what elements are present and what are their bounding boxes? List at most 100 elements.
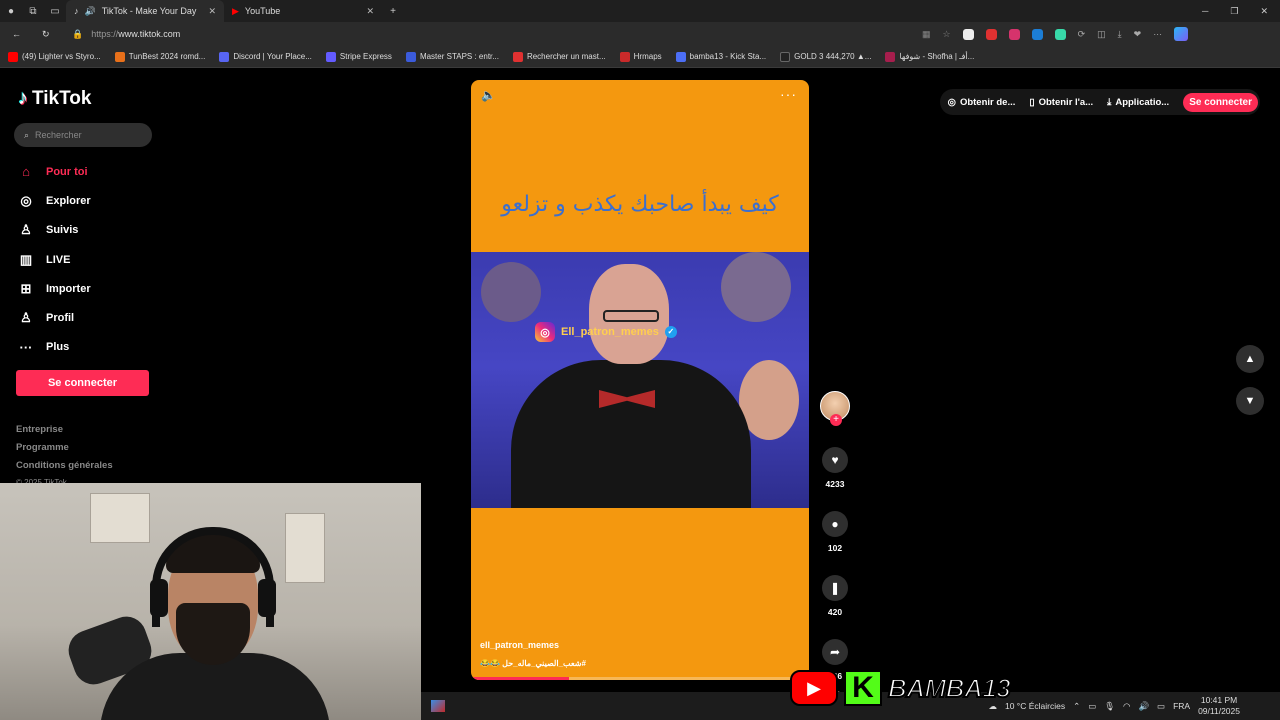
get-app-button[interactable]: ▯ Obtenir l'a...	[1029, 97, 1093, 108]
bookmark-item[interactable]: شوفها - Shofha | أفـ...	[885, 51, 974, 62]
download-icon[interactable]: ⤓	[1118, 29, 1122, 40]
sidebar-nav: ⌂ Pour toi ◎ Explorer ♙ Suivis ▥ LIVE ⊞ …	[18, 157, 158, 362]
phone-icon: ▯	[1029, 96, 1035, 108]
bookmark-item[interactable]: Master STAPS : entr...	[405, 51, 499, 62]
follow-plus-icon[interactable]: +	[830, 414, 842, 426]
top-login-button[interactable]: Se connecter	[1183, 92, 1258, 112]
reload-icon[interactable]: ↻	[42, 29, 50, 40]
compass-icon: ◎	[20, 192, 32, 208]
tab-actions-icon[interactable]: ▭	[44, 0, 66, 22]
sidebar-item-profil[interactable]: ♙ Profil	[18, 303, 158, 332]
sidebar-item-pour-toi[interactable]: ⌂ Pour toi	[18, 157, 158, 186]
wifi-icon[interactable]: ◠	[1123, 701, 1130, 712]
tab-youtube[interactable]: ▶ YouTube ✕	[224, 0, 382, 22]
volume-icon[interactable]: 🔊	[1138, 701, 1149, 712]
language-indicator[interactable]: FRA	[1173, 701, 1190, 711]
close-icon[interactable]: ✕	[366, 6, 374, 17]
extension-icon[interactable]	[1008, 28, 1020, 40]
back-icon[interactable]: ←	[12, 29, 21, 39]
save-count: 420	[827, 607, 843, 617]
comment-button[interactable]: ●	[822, 511, 848, 537]
streamer-branding: ▶ K BAMBA13	[790, 670, 1012, 706]
footer-link-conditions[interactable]: Conditions générales	[16, 460, 113, 478]
ig-handle: Ell_patron_memes	[561, 326, 659, 338]
share-button[interactable]: ➦	[822, 639, 848, 665]
streamer-name: BAMBA13	[887, 672, 1012, 704]
clock[interactable]: 10:41 PM 09/11/2025	[1198, 695, 1240, 717]
refresh-ext-icon[interactable]: ⟳	[1078, 29, 1086, 40]
volume-icon[interactable]: 🔈	[481, 88, 496, 102]
like-button[interactable]: ♥	[822, 447, 848, 473]
get-effects-button[interactable]: ◎ Obtenir de...	[948, 97, 1016, 108]
bookmark-favicon-icon	[114, 51, 125, 62]
bookmark-item[interactable]: GOLD 3 444,270 ▲...	[780, 51, 871, 62]
minimize-icon[interactable]: ─	[1202, 6, 1208, 17]
speaker-icon[interactable]: 🔊	[85, 6, 96, 17]
video-progress-fill	[471, 677, 570, 680]
save-button[interactable]: ❚	[822, 575, 848, 601]
glasses-icon	[603, 310, 659, 322]
network-icon[interactable]: ▭	[1088, 701, 1096, 712]
bookmark-item[interactable]: (49) Lighter vs Styro...	[8, 51, 101, 62]
login-button[interactable]: Se connecter	[16, 370, 149, 396]
bookmark-favicon-icon	[512, 51, 523, 62]
url-field[interactable]: 🔒 https://www.tiktok.com	[72, 24, 902, 44]
copilot-icon[interactable]	[1174, 27, 1189, 41]
split-screen-icon[interactable]: ◫	[1097, 29, 1106, 40]
bookmark-item[interactable]: Hrmaps	[619, 51, 662, 62]
footer-link-programme[interactable]: Programme	[16, 442, 113, 460]
video-hashtags[interactable]: #شعب_الصيني_ماله_حل 😂😂	[480, 659, 586, 668]
desktop-app-button[interactable]: ⤓ Applicatio...	[1107, 97, 1169, 108]
video-player[interactable]: 🔈 ··· كيف يبدأ صاحبك يكذب و تزلعو ◎ Ell_…	[471, 80, 809, 680]
upload-icon: ⊞	[20, 280, 32, 296]
next-video-button[interactable]: ▼	[1236, 387, 1264, 415]
youtube-favicon-icon: ▶	[232, 5, 239, 16]
sidebar-item-explorer[interactable]: ◎ Explorer	[18, 186, 158, 215]
bookmark-item[interactable]: TunBest 2024 romd...	[114, 51, 205, 62]
video-progress-bar[interactable]	[471, 677, 809, 680]
url-host: www.tiktok.com	[118, 29, 181, 39]
sidebar-item-importer[interactable]: ⊞ Importer	[18, 274, 158, 303]
kick-logo-icon: K	[844, 670, 882, 706]
bookmark-favicon-icon	[780, 51, 791, 62]
like-count: 4233	[825, 479, 845, 489]
top-actions-bar: ◎ Obtenir de... ▯ Obtenir l'a... ⤓ Appli…	[939, 89, 1260, 115]
sidebar-item-plus[interactable]: ··· Plus	[18, 333, 158, 362]
bookmark-item[interactable]: Discord | Your Place...	[219, 51, 312, 62]
previous-video-button[interactable]: ▲	[1236, 345, 1264, 373]
extension-icon[interactable]	[1054, 28, 1066, 40]
footer-link-entreprise[interactable]: Entreprise	[16, 424, 113, 442]
mic-icon[interactable]: 🎙	[1104, 701, 1115, 712]
battery-icon[interactable]: ▭	[1157, 701, 1165, 712]
close-icon[interactable]: ✕	[208, 6, 216, 17]
workspaces-icon[interactable]: ⧉	[22, 0, 44, 22]
extension-icon[interactable]	[1031, 28, 1043, 40]
vpn-icon[interactable]: ❤	[1134, 29, 1142, 40]
tab-tiktok[interactable]: ♪ 🔊 TikTok - Make Your Day ✕	[66, 0, 224, 22]
extension-icon[interactable]	[962, 28, 974, 40]
restore-icon[interactable]: ❐	[1230, 6, 1238, 17]
weather-text[interactable]: 10 °C Éclaircies	[1005, 701, 1065, 711]
bookmark-item[interactable]: bamba13 - Kick Sta...	[675, 51, 766, 62]
profile-icon[interactable]: ●	[0, 0, 22, 22]
system-tray: ☁ 10 °C Éclaircies ⌃ ▭ 🎙 ◠ 🔊 ▭ FRA 10:41…	[988, 695, 1280, 717]
bookmark-item[interactable]: Stripe Express	[325, 51, 392, 62]
bookmark-item[interactable]: Rechercher un mast...	[512, 51, 606, 62]
tiktok-logo[interactable]: ♪ TikTok	[18, 87, 91, 110]
new-tab-icon[interactable]: +	[382, 0, 404, 22]
video-author[interactable]: ell_patron_memes	[480, 640, 559, 650]
chevron-up-icon[interactable]: ⌃	[1073, 701, 1080, 712]
taskbar-app-icon[interactable]	[431, 700, 445, 712]
extension-icon[interactable]	[985, 28, 997, 40]
sidebar-item-suivis[interactable]: ♙ Suivis	[18, 216, 158, 245]
menu-more-icon[interactable]: ···	[1153, 29, 1162, 39]
more-options-icon[interactable]: ···	[780, 86, 797, 102]
tiktok-note-icon: ♪	[18, 87, 28, 109]
search-input[interactable]: ⌕ Rechercher	[14, 123, 152, 147]
creator-avatar[interactable]: +	[820, 391, 850, 426]
close-window-icon[interactable]: ✕	[1260, 6, 1268, 17]
sidebar-item-label: LIVE	[46, 253, 71, 266]
sidebar-item-live[interactable]: ▥ LIVE	[18, 245, 158, 274]
favorite-star-icon[interactable]: ☆	[943, 29, 951, 40]
app-available-icon[interactable]: ▦	[922, 29, 931, 40]
